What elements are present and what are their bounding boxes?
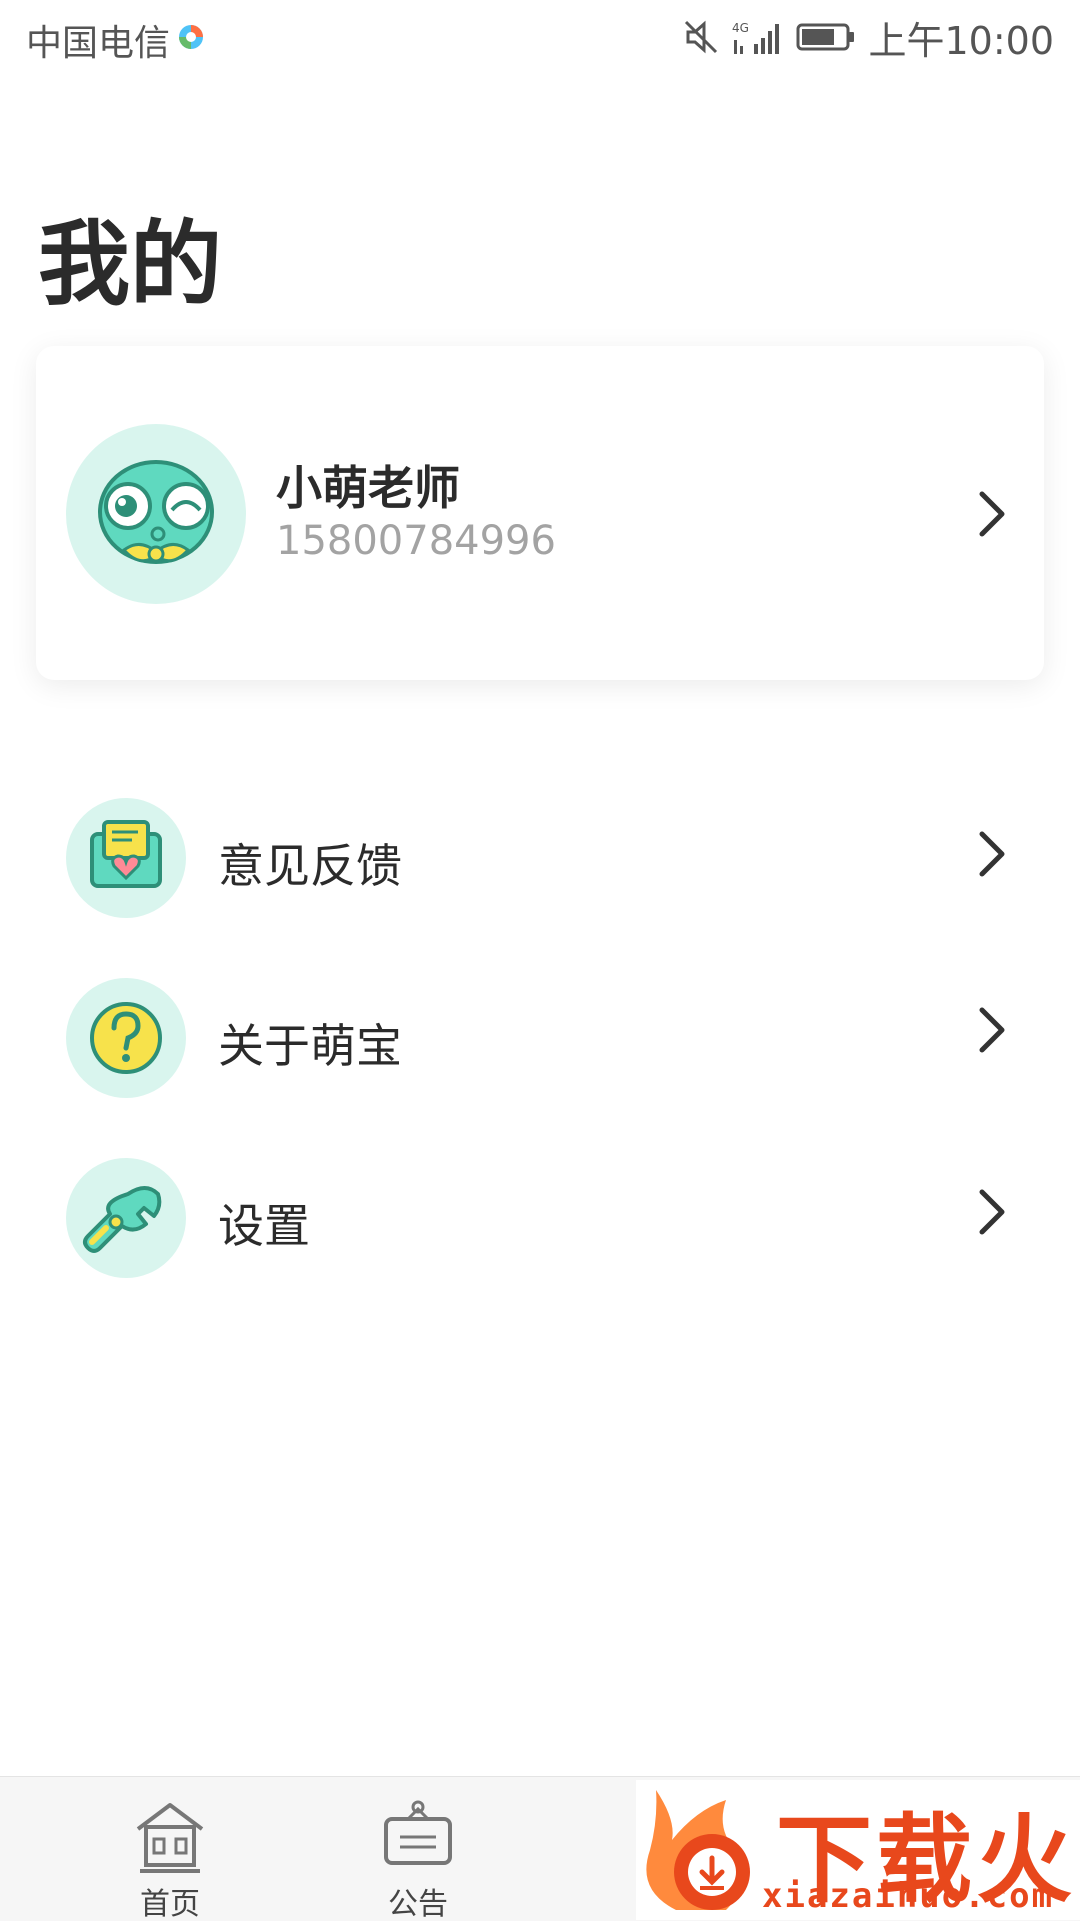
menu-item-feedback[interactable]: 意见反馈 bbox=[0, 770, 1080, 920]
status-icons: 4G 上午10:00 bbox=[682, 12, 1054, 63]
battery-icon bbox=[796, 23, 855, 51]
user-name: 小萌老师 bbox=[276, 461, 460, 515]
network-type: 4G bbox=[732, 21, 749, 35]
avatar bbox=[66, 424, 246, 604]
mute-icon bbox=[685, 20, 718, 54]
menu-label-feedback: 意见反馈 bbox=[218, 839, 402, 893]
flame-logo-icon bbox=[646, 1790, 750, 1910]
tab-notice[interactable]: 公告 bbox=[328, 1777, 508, 1922]
carrier-logo-icon bbox=[179, 25, 203, 49]
tab-label-home: 首页 bbox=[140, 1887, 200, 1922]
tab-home[interactable]: 首页 bbox=[80, 1777, 260, 1922]
menu-icon-bg bbox=[66, 1158, 186, 1278]
mascot-avatar-icon bbox=[98, 460, 214, 564]
chevron-right-icon bbox=[979, 1189, 1005, 1235]
menu-item-settings[interactable]: 设置 bbox=[0, 1130, 1080, 1280]
menu-icon-bg bbox=[66, 798, 186, 918]
feedback-heart-icon bbox=[90, 820, 162, 888]
home-icon bbox=[136, 1803, 204, 1873]
notice-board-icon bbox=[384, 1800, 452, 1865]
profile-card[interactable]: 小萌老师 15800784996 bbox=[36, 346, 1044, 680]
menu-item-about[interactable]: 关于萌宝 bbox=[0, 950, 1080, 1100]
page-title: 我的 bbox=[38, 211, 223, 318]
carrier-name: 中国电信 bbox=[26, 23, 171, 64]
user-phone: 15800784996 bbox=[276, 518, 556, 564]
menu-label-settings: 设置 bbox=[218, 1199, 310, 1253]
ad-url: xiazaihuo.com bbox=[762, 1876, 1055, 1916]
question-icon bbox=[90, 1002, 162, 1074]
status-bar: 中国电信 4G 上午10:00 bbox=[0, 0, 1080, 76]
menu-icon-bg bbox=[66, 978, 186, 1098]
menu-label-about: 关于萌宝 bbox=[218, 1019, 402, 1073]
chevron-right-icon bbox=[979, 831, 1005, 877]
wrench-icon bbox=[83, 1186, 162, 1253]
chevron-right-icon bbox=[979, 491, 1005, 537]
tab-label-notice: 公告 bbox=[388, 1887, 448, 1922]
signal-icon: 4G bbox=[732, 21, 780, 54]
watermark-ad: 下载火 xiazaihuo.com bbox=[636, 1780, 1080, 1920]
chevron-right-icon bbox=[979, 1007, 1005, 1053]
status-time: 上午10:00 bbox=[868, 18, 1054, 63]
